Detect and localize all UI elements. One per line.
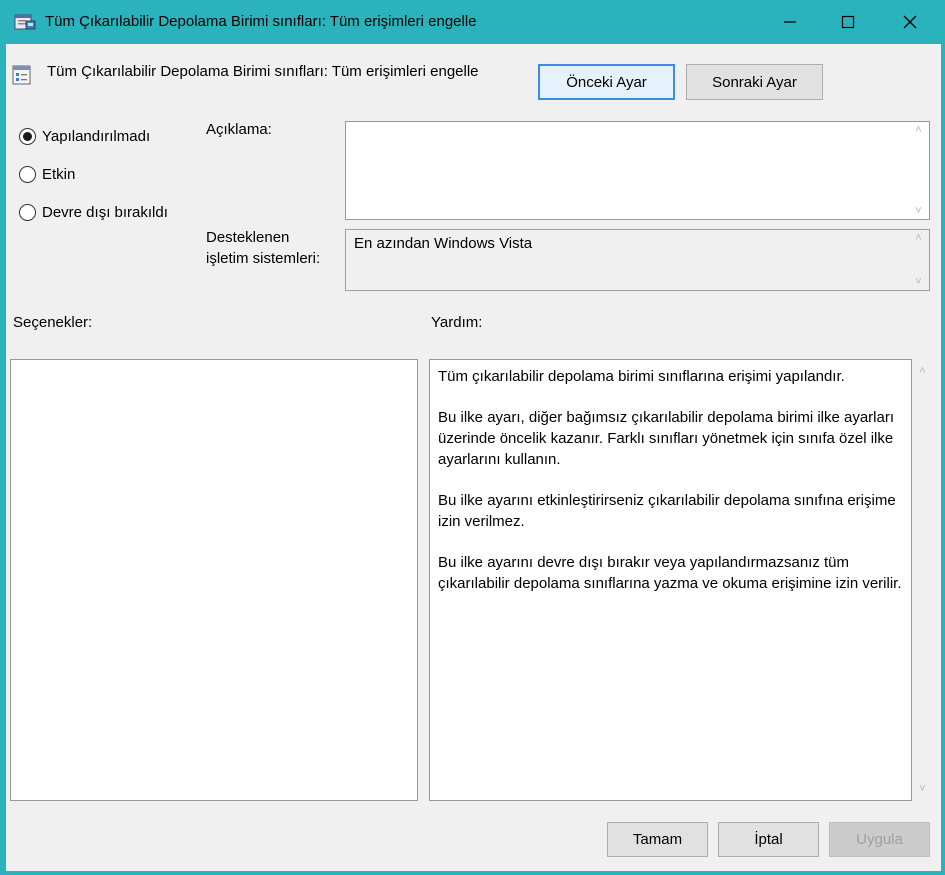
previous-setting-button[interactable]: Önceki Ayar — [538, 64, 675, 100]
window-border-bottom — [0, 871, 945, 875]
apply-button[interactable]: Uygula — [829, 822, 930, 857]
radio-label: Etkin — [42, 166, 76, 183]
comment-label: Açıklama: — [206, 121, 272, 138]
radio-circle[interactable] — [19, 204, 36, 221]
scroll-down-icon[interactable]: ˅ — [919, 783, 925, 795]
minimize-button[interactable] — [775, 8, 805, 36]
help-text: Tüm çıkarılabilir depolama birimi sınıfl… — [430, 360, 911, 620]
options-panel[interactable] — [10, 359, 418, 801]
radio-label: Devre dışı bırakıldı — [42, 204, 168, 221]
supported-on-value: En azından Windows Vista — [354, 235, 533, 252]
radio-not-configured[interactable]: Yapılandırılmadı — [19, 128, 150, 145]
comment-textarea[interactable]: ˄ ˅ — [345, 121, 930, 220]
next-setting-button[interactable]: Sonraki Ayar — [686, 64, 823, 100]
maximize-icon — [841, 15, 855, 29]
scroll-up-icon[interactable]: ˄ — [915, 124, 921, 136]
supported-on-field: En azından Windows Vista ˄ ˅ — [345, 229, 930, 291]
radio-enabled[interactable]: Etkin — [19, 166, 75, 183]
supported-on-label-line1: Desteklenen — [206, 229, 290, 246]
scroll-up-icon[interactable]: ˄ — [915, 232, 921, 244]
minimize-icon — [784, 21, 796, 23]
help-paragraph: Bu ilke ayarını devre dışı bırakır veya … — [438, 554, 902, 592]
help-label: Yardım: — [431, 314, 483, 331]
options-label: Seçenekler: — [13, 314, 93, 331]
comment-scrollbar[interactable]: ˄ ˅ — [910, 124, 927, 217]
radio-circle[interactable] — [19, 166, 36, 183]
radio-disabled[interactable]: Devre dışı bırakıldı — [19, 204, 168, 221]
cancel-button[interactable]: İptal — [718, 822, 819, 857]
scroll-down-icon[interactable]: ˅ — [915, 205, 921, 217]
scroll-up-icon[interactable]: ˄ — [919, 365, 925, 377]
radio-label: Yapılandırılmadı — [42, 128, 151, 145]
help-paragraph: Tüm çıkarılabilir depolama birimi sınıfl… — [438, 368, 845, 385]
policy-setting-icon — [12, 64, 32, 86]
scroll-down-icon[interactable]: ˅ — [915, 276, 921, 288]
group-policy-icon — [14, 12, 36, 32]
window-title: Tüm Çıkarılabilir Depolama Birimi sınıfl… — [45, 13, 477, 30]
setting-title: Tüm Çıkarılabilir Depolama Birimi sınıfl… — [47, 63, 479, 80]
window-border-right — [941, 44, 945, 875]
close-icon — [903, 15, 917, 29]
help-paragraph: Bu ilke ayarı, diğer bağımsız çıkarılabi… — [438, 409, 895, 468]
supported-on-label-line2: işletim sistemleri: — [206, 250, 321, 267]
maximize-button[interactable] — [833, 8, 863, 36]
help-panel[interactable]: Tüm çıkarılabilir depolama birimi sınıfl… — [429, 359, 912, 801]
ok-button[interactable]: Tamam — [607, 822, 708, 857]
supported-scrollbar[interactable]: ˄ ˅ — [910, 232, 927, 288]
help-paragraph: Bu ilke ayarını etkinleştirirseniz çıkar… — [438, 492, 896, 530]
radio-circle-checked[interactable] — [19, 128, 36, 145]
close-button[interactable] — [895, 8, 925, 36]
help-scrollbar[interactable]: ˄ ˅ — [914, 359, 931, 801]
